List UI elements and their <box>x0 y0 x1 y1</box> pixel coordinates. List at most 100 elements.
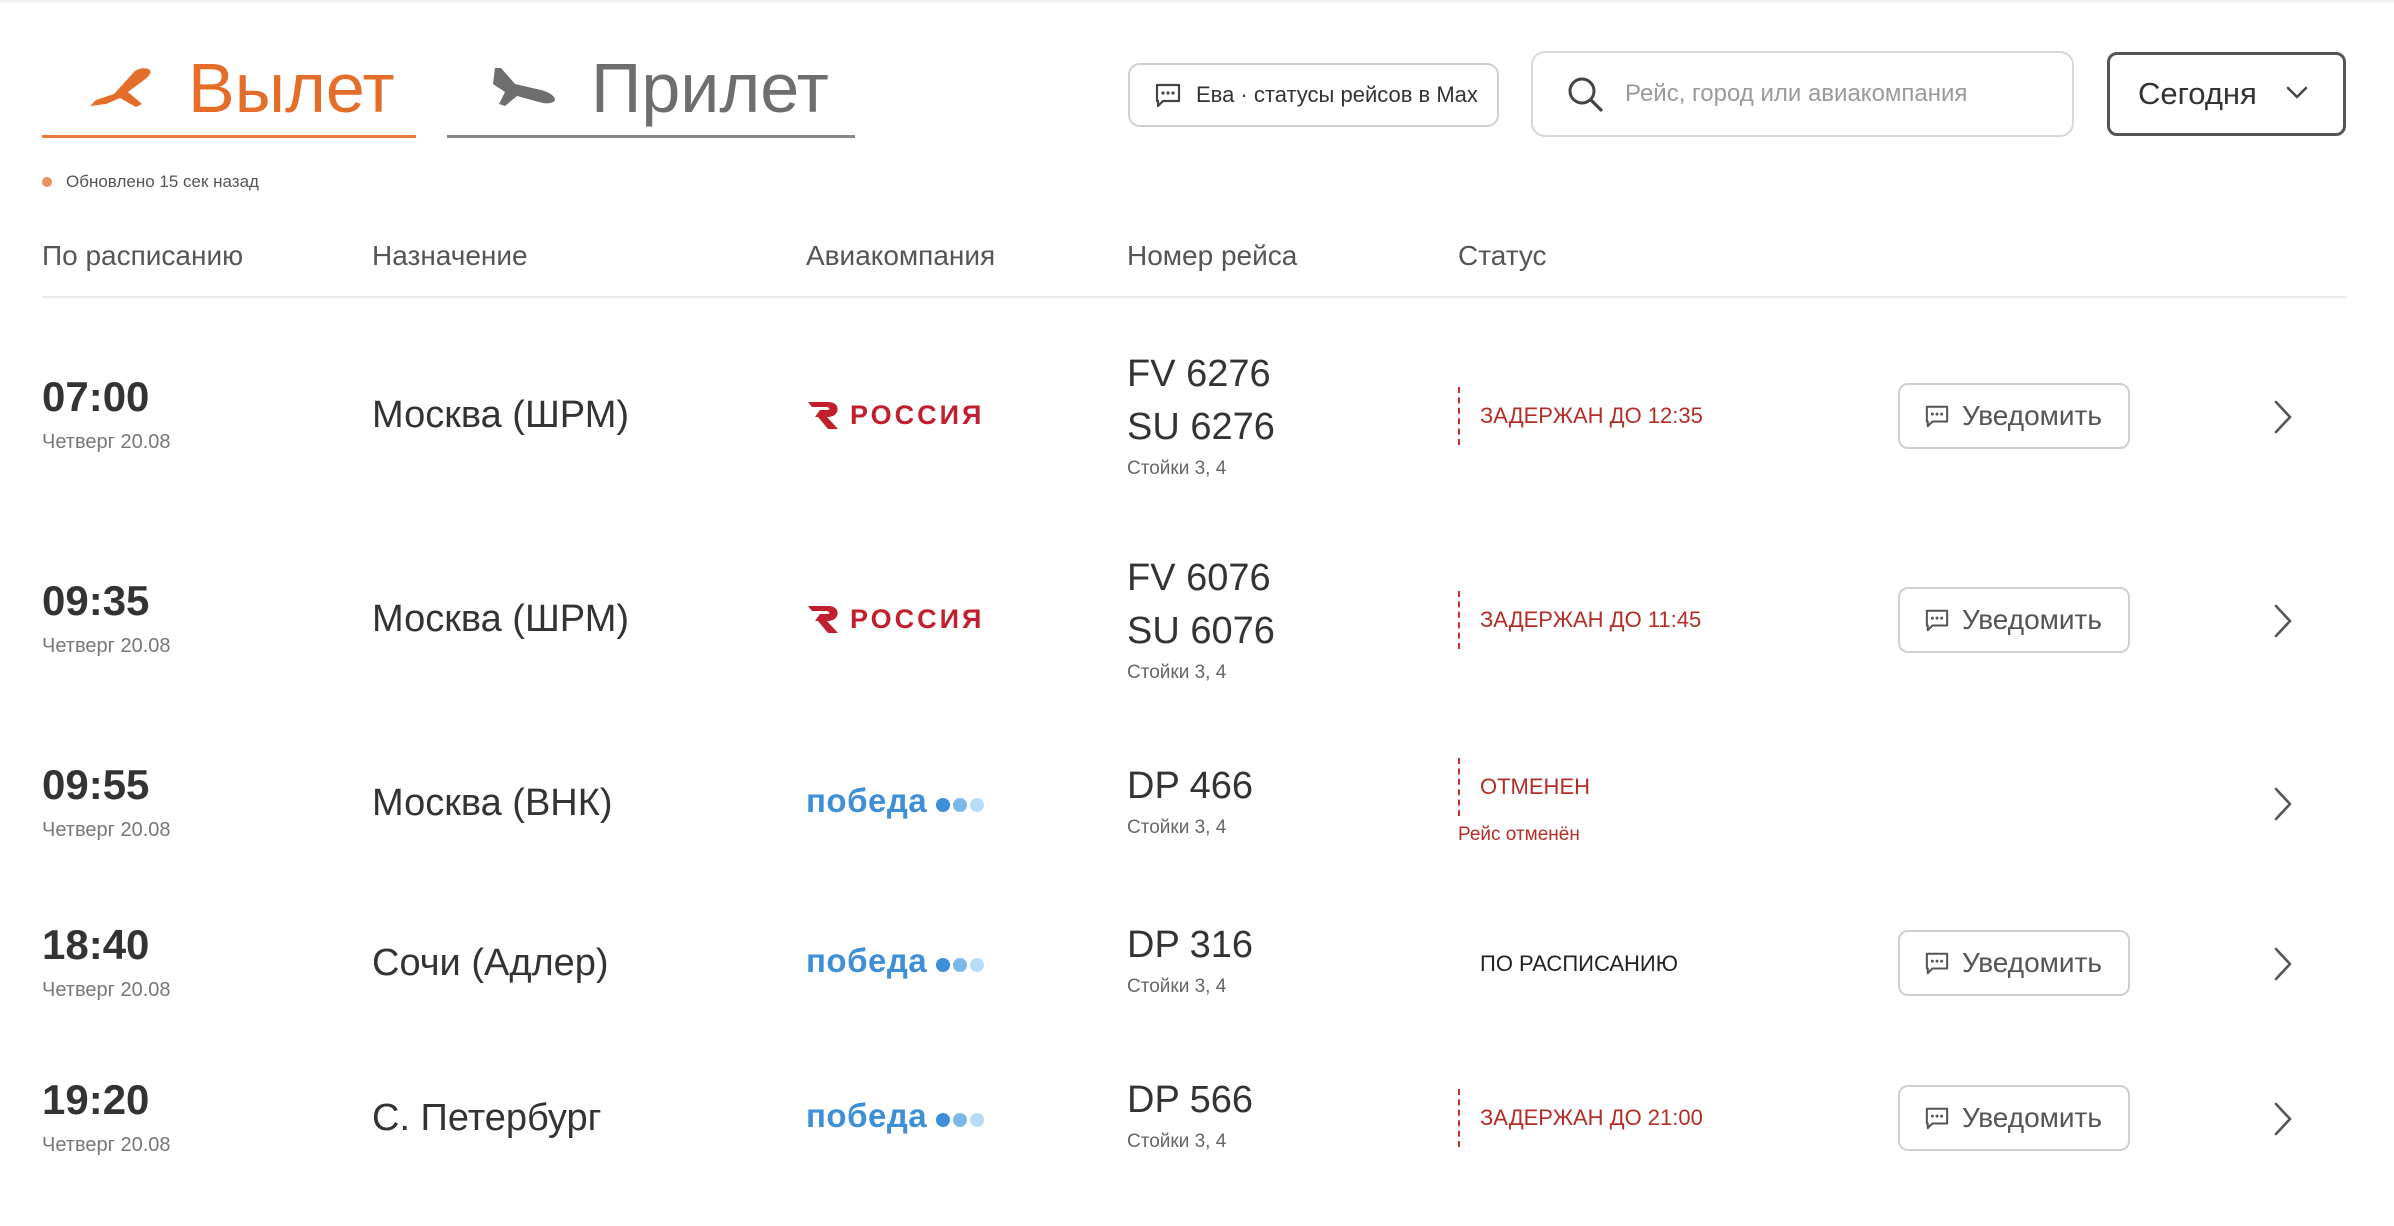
flight-status: ЗАДЕРЖАН ДО 21:00 <box>1458 1089 1703 1147</box>
rossiya-logo-mark-icon <box>808 606 838 633</box>
flight-status: ПО РАСПИСАНИЮ <box>1458 935 1678 993</box>
flight-number: FV 6276 <box>1127 353 1271 395</box>
pobeda-wordmark: победа <box>806 942 928 979</box>
flight-number: DP 566 <box>1127 1079 1254 1121</box>
chat-icon <box>1925 952 1949 975</box>
notify-button-label: Уведомить <box>1962 604 2102 635</box>
flight-board-page: Вылет Прилет Ева · статусы рейсов в Max … <box>0 0 2394 1226</box>
flight-time: 07:00 <box>42 373 150 420</box>
eva-status-button-label: Ева · статусы рейсов в Max <box>1196 82 1478 107</box>
cancellation-note: Рейс отменён <box>1458 824 1580 845</box>
flight-status: ОТМЕНЕН <box>1458 758 1590 816</box>
pobeda-dots <box>933 958 985 972</box>
flight-numbers: FV 6276 SU 6276 Стойки 3, 4 <box>1127 348 1275 480</box>
flight-day: Четверг 20.08 <box>42 635 171 657</box>
flight-status: ЗАДЕРЖАН ДО 12:35 <box>1458 387 1703 445</box>
flight-gates: Стойки 3, 4 <box>1127 662 1227 683</box>
notify-button-label: Уведомить <box>1962 947 2102 978</box>
airline-logo-pobeda: победа <box>806 942 985 980</box>
notify-button[interactable]: Уведомить <box>1898 1085 2130 1151</box>
chat-icon <box>1925 405 1949 428</box>
chevron-right-icon[interactable] <box>2268 397 2296 437</box>
column-header-destination: Назначение <box>372 240 528 271</box>
flight-gates: Стойки 3, 4 <box>1127 976 1227 997</box>
pobeda-dots <box>933 798 985 812</box>
flight-numbers: FV 6076 SU 6076 Стойки 3, 4 <box>1127 552 1275 684</box>
rossiya-logo-mark-icon <box>808 402 838 429</box>
eva-status-button[interactable]: Ева · статусы рейсов в Max <box>1128 63 1499 127</box>
flight-day: Четверг 20.08 <box>42 1134 171 1156</box>
flight-numbers: DP 316 Стойки 3, 4 <box>1127 919 1253 998</box>
flight-time: 18:40 <box>42 921 150 968</box>
chevron-right-icon[interactable] <box>2268 601 2296 641</box>
flight-day: Четверг 20.08 <box>42 979 171 1001</box>
flight-destination: Сочи (Адлер) <box>372 942 609 984</box>
rossiya-wordmark: РОССИЯ <box>850 603 985 634</box>
flight-number: SU 6276 <box>1127 406 1275 448</box>
status-marker <box>1458 591 1460 649</box>
chat-icon <box>1925 1107 1949 1130</box>
column-header-airline: Авиакомпания <box>806 240 996 271</box>
chat-icon <box>1925 609 1949 632</box>
column-header-scheduled: По расписанию <box>42 240 244 271</box>
flight-number: SU 6076 <box>1127 610 1275 652</box>
flight-destination: Москва (ШРМ) <box>372 394 630 436</box>
header-divider <box>42 296 2346 298</box>
flight-destination: Москва (ШРМ) <box>372 598 630 640</box>
top-shadow <box>0 0 2394 4</box>
flight-status-text: ЗАДЕРЖАН ДО 11:45 <box>1480 607 1702 632</box>
chevron-right-icon[interactable] <box>2268 944 2296 984</box>
chevron-right-icon[interactable] <box>2268 1099 2296 1139</box>
chat-icon <box>1155 83 1181 108</box>
search-box[interactable] <box>1531 51 2074 137</box>
chevron-down-icon <box>2286 86 2308 99</box>
flight-destination: С. Петербург <box>372 1097 602 1139</box>
flight-time: 09:35 <box>42 577 150 624</box>
status-marker <box>1458 1089 1460 1147</box>
flight-number: DP 466 <box>1127 765 1254 807</box>
tab-departures[interactable]: Вылет <box>42 40 416 138</box>
plane-takeoff-icon <box>90 67 151 107</box>
flight-status-text: ЗАДЕРЖАН ДО 12:35 <box>1480 403 1703 428</box>
flight-gates: Стойки 3, 4 <box>1127 817 1227 838</box>
rossiya-wordmark: РОССИЯ <box>850 399 985 430</box>
status-marker <box>1458 758 1460 816</box>
flight-day: Четверг 20.08 <box>42 819 171 841</box>
airline-logo-rossiya: РОССИЯ <box>806 398 984 432</box>
flight-day: Четверг 20.08 <box>42 431 171 453</box>
notify-button-label: Уведомить <box>1962 400 2102 431</box>
live-dot <box>42 177 52 187</box>
update-text: Обновлено 15 сек назад <box>66 172 259 191</box>
tab-departures-label: Вылет <box>188 48 395 127</box>
flight-numbers: DP 566 Стойки 3, 4 <box>1127 1074 1253 1153</box>
flight-status-text: ПО РАСПИСАНИЮ <box>1480 951 1678 976</box>
date-select[interactable]: Сегодня <box>2107 52 2346 136</box>
flight-number: FV 6076 <box>1127 557 1271 599</box>
flight-number: DP 316 <box>1127 924 1254 966</box>
pobeda-wordmark: победа <box>806 782 928 819</box>
search-icon <box>1568 77 1603 112</box>
date-select-value: Сегодня <box>2138 76 2257 111</box>
column-header-status: Статус <box>1458 240 1547 271</box>
flight-numbers: DP 466 Стойки 3, 4 <box>1127 760 1253 839</box>
pobeda-wordmark: победа <box>806 1097 928 1134</box>
tab-arrivals-label: Прилет <box>591 48 829 127</box>
flight-gates: Стойки 3, 4 <box>1127 458 1227 479</box>
flight-gates: Стойки 3, 4 <box>1127 1131 1227 1152</box>
airline-logo-rossiya: РОССИЯ <box>806 602 984 636</box>
notify-button[interactable]: Уведомить <box>1898 587 2130 653</box>
airline-logo-pobeda: победа <box>806 1097 985 1135</box>
plane-landing-icon <box>493 67 555 106</box>
notify-button[interactable]: Уведомить <box>1898 383 2130 449</box>
flight-destination: Москва (ВНК) <box>372 782 613 824</box>
search-input[interactable] <box>1625 80 2065 108</box>
tab-arrivals[interactable]: Прилет <box>447 40 855 138</box>
update-indicator: Обновлено 15 сек назад <box>42 172 259 192</box>
notify-button-label: Уведомить <box>1962 1102 2102 1133</box>
flight-status-text: ОТМЕНЕН <box>1480 774 1590 799</box>
airline-logo-pobeda: победа <box>806 782 985 820</box>
notify-button[interactable]: Уведомить <box>1898 930 2130 996</box>
chevron-right-icon[interactable] <box>2268 784 2296 824</box>
status-marker <box>1458 387 1460 445</box>
flight-status: ЗАДЕРЖАН ДО 11:45 <box>1458 591 1701 649</box>
